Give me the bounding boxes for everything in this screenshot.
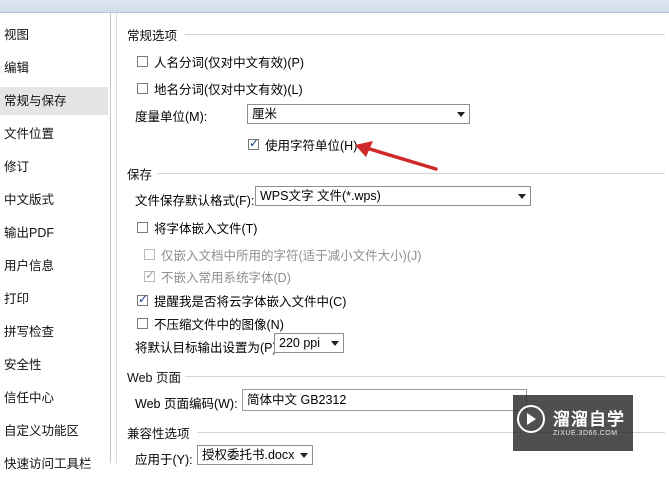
- section-title-compat: 兼容性选项: [127, 427, 190, 441]
- default-format-value: WPS文字 文件(*.wps): [260, 189, 381, 203]
- no-common-fonts-label: 不嵌入常用系统字体(D): [161, 271, 291, 285]
- embed-fonts-checkbox[interactable]: [137, 222, 148, 233]
- watermark-brand: 溜溜自学: [553, 410, 625, 429]
- sidebar-item-quick-access[interactable]: 快速访问工具栏: [0, 450, 108, 478]
- section-divider: [157, 173, 665, 174]
- sidebar-item-print[interactable]: 打印: [0, 285, 108, 313]
- watermark-url: ZIXUE.3D66.COM: [553, 430, 618, 437]
- default-format-label: 文件保存默认格式(F):: [135, 194, 255, 208]
- chevron-down-icon: [518, 194, 526, 199]
- watermark: 溜溜自学 ZIXUE.3D66.COM: [513, 395, 633, 451]
- section-divider: [185, 376, 665, 377]
- place-name-seg-option[interactable]: 地名分词(仅对中文有效)(L): [137, 79, 303, 98]
- no-common-fonts-option: 不嵌入常用系统字体(D): [144, 267, 291, 286]
- target-output-select[interactable]: 220 ppi: [274, 333, 344, 353]
- sidebar-item-export-pdf[interactable]: 输出PDF: [0, 219, 108, 247]
- sidebar-item-general-save[interactable]: 常规与保存: [0, 87, 108, 115]
- section-divider: [185, 34, 665, 35]
- sidebar-item-edit[interactable]: 编辑: [0, 54, 108, 82]
- apply-to-value: 授权委托书.docx: [202, 448, 295, 462]
- no-common-fonts-checkbox: [144, 268, 155, 282]
- default-format-select[interactable]: WPS文字 文件(*.wps): [255, 186, 531, 206]
- unit-select[interactable]: 厘米: [247, 104, 470, 124]
- no-compress-images-option[interactable]: 不压缩文件中的图像(N): [137, 314, 284, 333]
- chevron-down-icon: [331, 341, 339, 346]
- web-encoding-label: Web 页面编码(W):: [135, 397, 238, 411]
- embed-used-only-option: 仅嵌入文档中所用的字符(适于减小文件大小)(J): [144, 245, 421, 264]
- cloud-font-reminder-checkbox[interactable]: [137, 292, 148, 306]
- sidebar-item-spell-check[interactable]: 拼写检查: [0, 318, 108, 346]
- sidebar-item-revision[interactable]: 修订: [0, 153, 108, 181]
- place-name-seg-checkbox[interactable]: [137, 83, 148, 94]
- sidebar-item-file-location[interactable]: 文件位置: [0, 120, 108, 148]
- no-compress-images-label: 不压缩文件中的图像(N): [154, 318, 284, 332]
- annotation-arrow-icon: [355, 141, 438, 171]
- person-name-seg-label: 人名分词(仅对中文有效)(P): [154, 56, 304, 70]
- apply-to-select[interactable]: 授权委托书.docx: [197, 445, 313, 465]
- unit-label: 度量单位(M):: [135, 110, 208, 124]
- embed-used-only-label: 仅嵌入文档中所用的字符(适于减小文件大小)(J): [161, 249, 422, 263]
- char-unit-checkbox[interactable]: [248, 136, 259, 150]
- person-name-seg-checkbox[interactable]: [137, 56, 148, 67]
- sidebar-item-chinese-layout[interactable]: 中文版式: [0, 186, 108, 214]
- sidebar-item-customize-ribbon[interactable]: 自定义功能区: [0, 417, 108, 445]
- play-logo-icon: [517, 405, 545, 433]
- embed-used-only-checkbox: [144, 249, 155, 260]
- cloud-font-reminder-option[interactable]: 提醒我是否将云字体嵌入文件中(C): [137, 291, 346, 310]
- person-name-seg-option[interactable]: 人名分词(仅对中文有效)(P): [137, 52, 304, 71]
- target-output-label: 将默认目标输出设置为(P):: [135, 341, 281, 355]
- embed-fonts-label: 将字体嵌入文件(T): [154, 222, 258, 236]
- sidebar-item-security[interactable]: 安全性: [0, 351, 108, 379]
- web-encoding-value: 简体中文 GB2312: [247, 393, 347, 407]
- cloud-font-reminder-label: 提醒我是否将云字体嵌入文件中(C): [154, 295, 347, 309]
- embed-fonts-option[interactable]: 将字体嵌入文件(T): [137, 218, 257, 237]
- section-title-save: 保存: [127, 168, 153, 182]
- title-bar: [0, 0, 669, 13]
- section-title-general: 常规选项: [127, 29, 178, 43]
- chevron-down-icon: [457, 112, 465, 117]
- sidebar: 视图 编辑 常规与保存 文件位置 修订 中文版式 输出PDF 用户信息 打印 拼…: [0, 13, 110, 471]
- place-name-seg-label: 地名分词(仅对中文有效)(L): [154, 83, 303, 97]
- sidebar-divider: [110, 13, 111, 463]
- unit-select-value: 厘米: [252, 107, 278, 121]
- char-unit-label: 使用字符单位(H): [265, 139, 358, 153]
- web-encoding-select[interactable]: 简体中文 GB2312: [242, 389, 527, 411]
- apply-to-label: 应用于(Y):: [135, 453, 193, 467]
- sidebar-item-trust-center[interactable]: 信任中心: [0, 384, 108, 412]
- section-title-web: Web 页面: [127, 371, 181, 385]
- sidebar-item-user-info[interactable]: 用户信息: [0, 252, 108, 280]
- chevron-down-icon: [300, 453, 308, 458]
- sidebar-item-view[interactable]: 视图: [0, 21, 108, 49]
- no-compress-images-checkbox[interactable]: [137, 318, 148, 329]
- char-unit-option[interactable]: 使用字符单位(H): [248, 135, 357, 154]
- target-output-value: 220 ppi: [279, 336, 321, 350]
